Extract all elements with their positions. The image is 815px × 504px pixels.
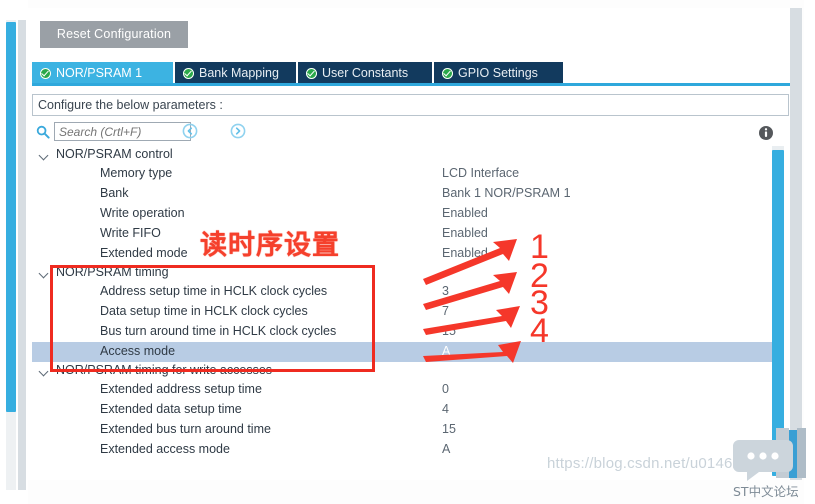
search-icon: [36, 125, 50, 139]
tree-group-label: NOR/PSRAM control: [56, 147, 173, 161]
parameter-row[interactable]: Extended address setup time 0: [32, 380, 772, 400]
parameter-row[interactable]: Memory type LCD Interface: [32, 164, 772, 184]
tab-label: User Constants: [322, 66, 409, 80]
parameter-row[interactable]: Write operation Enabled: [32, 204, 772, 224]
tab-bank-mapping[interactable]: Bank Mapping: [175, 62, 296, 84]
parameter-row[interactable]: Extended data setup time 4: [32, 400, 772, 420]
tab-bar: NOR/PSRAM 1 Bank Mapping User Constants GPI…: [32, 62, 790, 84]
search-next-button[interactable]: [230, 123, 246, 139]
info-icon[interactable]: [758, 125, 774, 141]
nor-psram-configuration-panel: Reset Configuration NOR/PSRAM 1 Bank Mapp…: [28, 8, 790, 480]
parameter-name: Extended mode: [100, 246, 188, 260]
parameter-row[interactable]: Address setup time in HCLK clock cycles 3: [32, 282, 772, 302]
tab-user-constants[interactable]: User Constants: [298, 62, 432, 84]
parameter-name: Extended address setup time: [100, 382, 262, 396]
left-gutter: [0, 0, 28, 504]
parameter-name: Address setup time in HCLK clock cycles: [100, 284, 328, 298]
parameter-value[interactable]: A: [442, 344, 450, 358]
parameter-name: Access mode: [100, 344, 176, 358]
parameter-name: Data setup time in HCLK clock cycles: [100, 304, 308, 318]
panel-vertical-scrollbar-track[interactable]: [790, 8, 802, 480]
watermark-logo-text: ST中文论坛: [733, 484, 799, 499]
search-input[interactable]: [54, 122, 191, 141]
parameter-value[interactable]: LCD Interface: [442, 166, 519, 180]
tree-group-header[interactable]: NOR/PSRAM timing: [32, 264, 772, 282]
tree-group-label: NOR/PSRAM timing for write accesses: [56, 363, 273, 377]
parameter-row[interactable]: Write FIFO Enabled: [32, 224, 772, 244]
tab-bar-underline: [32, 83, 790, 86]
parameter-value[interactable]: A: [442, 442, 450, 456]
tab-nor-psram-1[interactable]: NOR/PSRAM 1: [32, 62, 173, 84]
tab-label: GPIO Settings: [458, 66, 538, 80]
parameter-name: Write FIFO: [100, 226, 161, 240]
parameter-value[interactable]: 4: [442, 402, 449, 416]
parameter-value[interactable]: 3: [442, 284, 449, 298]
parameter-value[interactable]: 7: [442, 304, 449, 318]
chevron-down-icon[interactable]: [40, 152, 48, 157]
check-circle-icon: [183, 67, 194, 79]
chevron-down-icon[interactable]: [40, 270, 48, 275]
screenshot-root: Reset Configuration NOR/PSRAM 1 Bank Mapp…: [0, 0, 815, 504]
parameter-name: Bus turn around time in HCLK clock cycle…: [100, 324, 337, 338]
outer-vertical-scrollbar-thumb[interactable]: [6, 22, 16, 412]
tab-gpio-settings[interactable]: GPIO Settings: [434, 62, 563, 84]
search-row: [32, 120, 789, 146]
parameter-value[interactable]: Enabled: [442, 206, 488, 220]
parameter-value[interactable]: Enabled: [442, 246, 488, 260]
parameter-value[interactable]: Enabled: [442, 226, 488, 240]
tree-scrollbar-thumb[interactable]: [772, 150, 784, 476]
parameter-row[interactable]: Bank Bank 1 NOR/PSRAM 1: [32, 184, 772, 204]
tab-label: Bank Mapping: [199, 66, 279, 80]
check-circle-icon: [442, 67, 453, 79]
parameter-value[interactable]: Bank 1 NOR/PSRAM 1: [442, 186, 571, 200]
parameter-value[interactable]: 0: [442, 382, 449, 396]
parameter-row[interactable]: Extended access mode A: [32, 440, 772, 460]
parameter-value[interactable]: 15: [442, 324, 456, 338]
parameter-name: Extended data setup time: [100, 402, 242, 416]
parameter-name: Memory type: [100, 166, 173, 180]
parameter-value[interactable]: 15: [442, 422, 456, 436]
parameter-row[interactable]: Data setup time in HCLK clock cycles 7: [32, 302, 772, 322]
parameter-name: Extended access mode: [100, 442, 230, 456]
reset-configuration-button[interactable]: Reset Configuration: [40, 21, 188, 48]
parameter-row[interactable]: Access mode A: [32, 342, 772, 362]
parameter-row[interactable]: Extended bus turn around time 15: [32, 420, 772, 440]
tree-group-label: NOR/PSRAM timing: [56, 265, 169, 279]
tree-group-header[interactable]: NOR/PSRAM control: [32, 146, 772, 164]
chevron-down-icon[interactable]: [40, 368, 48, 373]
check-circle-icon: [40, 67, 51, 79]
parameter-name: Bank: [100, 186, 129, 200]
secondary-vertical-scrollbar-track[interactable]: [18, 20, 26, 490]
search-previous-button[interactable]: [182, 123, 198, 139]
parameter-row[interactable]: Extended mode Enabled: [32, 244, 772, 264]
parameter-tree: NOR/PSRAM control Memory type LCD Interfac…: [32, 146, 772, 478]
tab-label: NOR/PSRAM 1: [56, 66, 143, 80]
configure-parameters-label: Configure the below parameters :: [32, 94, 789, 116]
parameter-name: Extended bus turn around time: [100, 422, 271, 436]
tree-group-header[interactable]: NOR/PSRAM timing for write accesses: [32, 362, 772, 380]
right-edge-filler: [804, 0, 815, 504]
check-circle-icon: [306, 67, 317, 79]
parameter-row[interactable]: Bus turn around time in HCLK clock cycle…: [32, 322, 772, 342]
parameter-name: Write operation: [100, 206, 185, 220]
